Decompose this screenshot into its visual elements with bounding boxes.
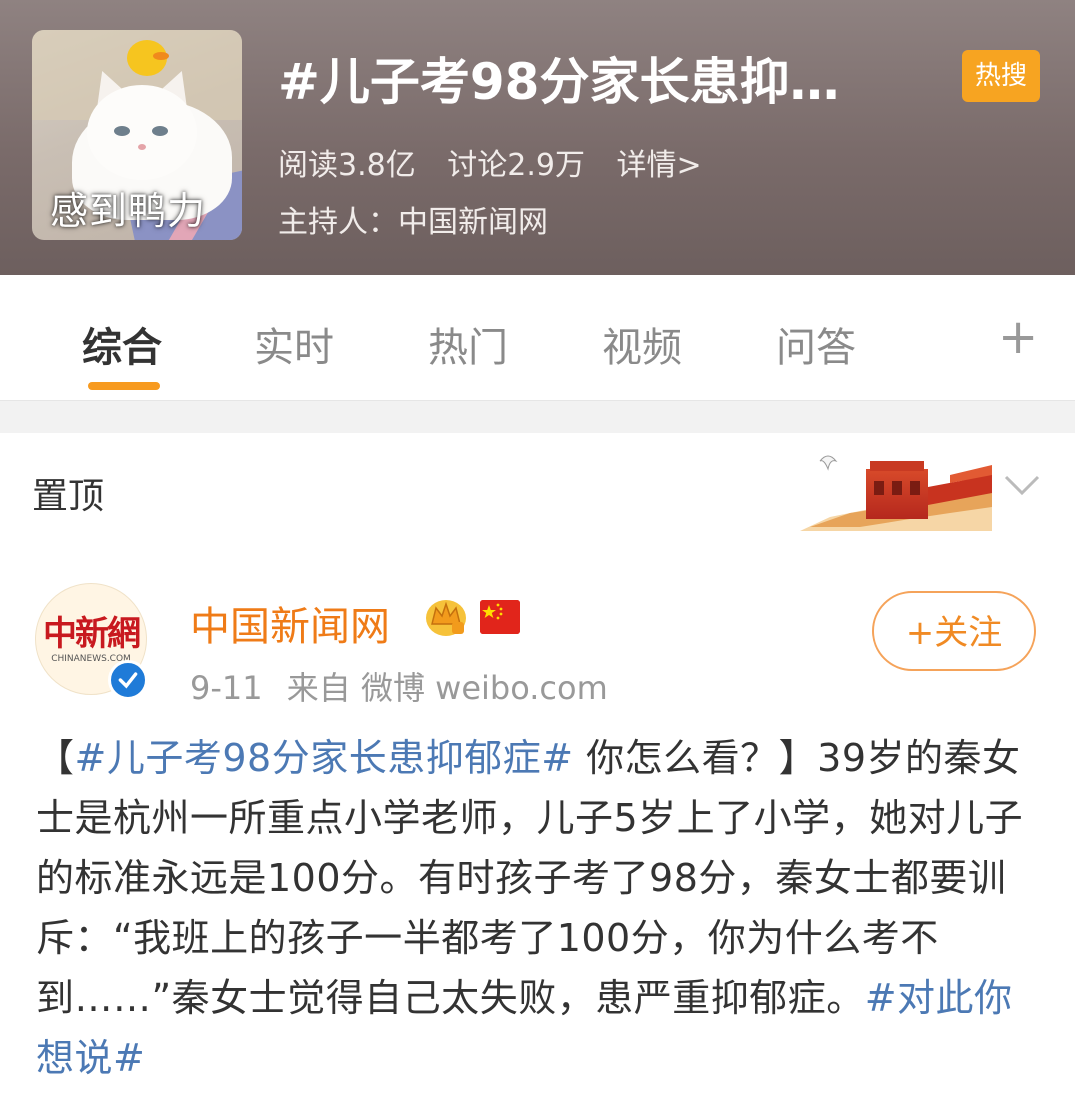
tab-realtime[interactable]: 实时: [254, 315, 334, 373]
avatar-logo-text: 中新網: [43, 614, 141, 654]
topic-host: 主持人：中国新闻网: [278, 205, 548, 240]
tab-hot[interactable]: 热门: [428, 315, 508, 373]
hashtag-topic-link[interactable]: #儿子考98分家长患抑郁症#: [75, 736, 574, 780]
cat-eye-right: [152, 126, 168, 136]
cat-eye-left: [114, 126, 130, 136]
tab-bar: 综合 实时 热门 视频 问答 +: [0, 275, 1075, 400]
cover-caption: 感到鸭力: [50, 189, 207, 233]
tab-qa[interactable]: 问答: [776, 315, 856, 373]
follow-button[interactable]: +关注: [872, 591, 1036, 671]
topic-stats: 阅读3.8亿 讨论2.9万 详情>: [278, 140, 724, 184]
read-count: 阅读3.8亿: [278, 148, 416, 183]
author-name[interactable]: 中国新闻网: [190, 594, 390, 652]
pinned-bar[interactable]: 置顶: [0, 433, 1075, 539]
cat-nose: [138, 144, 146, 150]
section-divider: [0, 400, 1075, 434]
tab-video[interactable]: 视频: [602, 315, 682, 373]
verified-badge-icon: [108, 660, 148, 700]
post-text-open: 【: [36, 736, 75, 780]
active-tab-indicator: [88, 382, 160, 390]
rubber-duck-icon: [127, 40, 169, 76]
great-wall-decoration-icon: [800, 455, 992, 531]
china-flag-icon: [480, 600, 520, 634]
topic-header: 感到鸭力 #儿子考98分家长患抑… 热搜 阅读3.8亿 讨论2.9万 详情> 主…: [0, 0, 1075, 275]
details-link[interactable]: 详情>: [617, 148, 702, 183]
cat-head: [87, 85, 197, 180]
crown-vip-icon: [426, 600, 466, 636]
weibo-post: 中新網 CHINANEWS.COM 中国新闻网 9-11 来自 微博 weibo…: [0, 538, 1075, 1102]
topic-title: #儿子考98分家长患抑…: [278, 53, 840, 111]
hot-search-badge: 热搜: [962, 50, 1040, 102]
pinned-label: 置顶: [32, 476, 105, 517]
post-source: 来自 微博 weibo.com: [286, 669, 608, 707]
post-body: 【#儿子考98分家长患抑郁症# 你怎么看？】39岁的秦女士是杭州一所重点小学老师…: [36, 728, 1046, 1088]
topic-cover-image[interactable]: 感到鸭力: [32, 30, 242, 240]
post-meta: 9-11 来自 微博 weibo.com: [190, 663, 622, 709]
post-date: 9-11: [190, 669, 263, 707]
chevron-down-icon[interactable]: [1002, 465, 1042, 505]
discussion-count: 讨论2.9万: [447, 148, 585, 183]
tab-comprehensive[interactable]: 综合: [82, 315, 162, 373]
add-tab-icon[interactable]: +: [998, 313, 1038, 361]
